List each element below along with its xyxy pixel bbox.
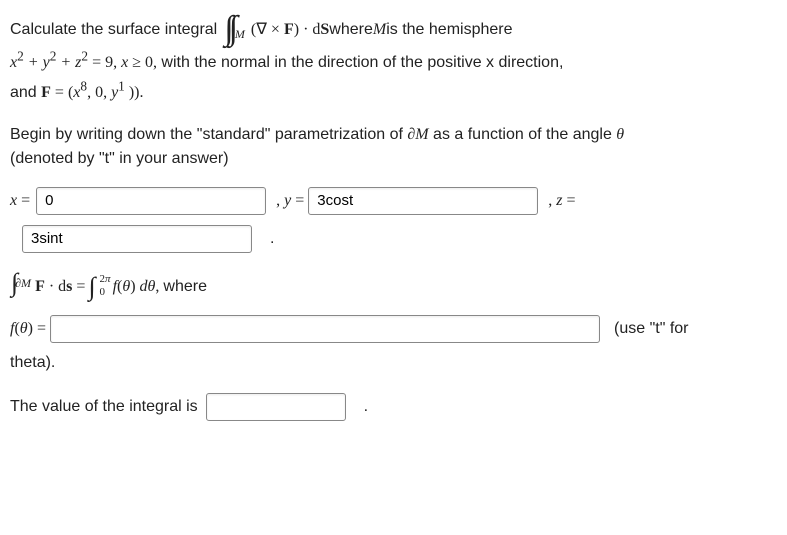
problem-statement-line2: x2 + y2 + z2 = 9, x ≥ 0, with the normal… — [10, 51, 777, 75]
text-tail2: is the hemisphere — [386, 18, 512, 42]
text-and: and — [10, 84, 41, 101]
stokes-lhs: F · ds = — [31, 275, 85, 299]
hint-use-t: (use "t" for — [614, 317, 689, 341]
instruction-parametrization: Begin by writing down the "standard" par… — [10, 123, 777, 171]
stokes-rhs: f(θ) dθ, — [113, 275, 160, 299]
def-integral-symbol: ∫ — [88, 275, 95, 298]
input-x[interactable] — [36, 187, 266, 215]
label-ftheta: f(θ) = — [10, 317, 46, 341]
label-z: , z = — [548, 189, 575, 213]
integrand: (∇ × F) · dS — [251, 18, 329, 42]
integral-subscript-M: M — [235, 25, 245, 43]
problem-statement-line3: and F = (x8, 0, y1 )). — [10, 81, 777, 105]
period-final: . — [364, 395, 368, 419]
input-ftheta[interactable] — [50, 315, 600, 343]
input-y[interactable] — [308, 187, 538, 215]
double-integral-symbol: ∫ ∫ M — [223, 14, 245, 45]
final-row: The value of the integral is . — [10, 391, 777, 423]
normal-direction-text: with the normal in the direction of the … — [157, 54, 563, 71]
parametrization-row-1: x = , y = , z = — [10, 185, 777, 217]
label-final: The value of the integral is — [10, 395, 198, 419]
input-z[interactable] — [22, 225, 252, 253]
var-F: F — [41, 84, 51, 101]
upper-limit: 2π — [99, 271, 110, 288]
stokes-equation: ∫ ∂M F · ds = ∫ 0 2π f(θ) dθ, where — [10, 271, 777, 299]
period-1: . — [270, 227, 274, 251]
label-x: x = — [10, 189, 30, 213]
var-theta: θ — [616, 126, 624, 143]
input-final[interactable] — [206, 393, 346, 421]
hint-theta-line2: theta). — [10, 351, 777, 375]
text-where: where — [163, 275, 207, 299]
problem-statement-line1: Calculate the surface integral ∫ ∫ M (∇ … — [10, 14, 777, 45]
label-y: , y = — [276, 189, 304, 213]
parametrization-row-2: . — [10, 223, 777, 255]
text-tail1: where — [329, 18, 373, 42]
boundary-dM: ∂M — [407, 126, 428, 143]
sphere-equation: x2 + y2 + z2 = 9, x ≥ 0, — [10, 54, 157, 71]
ftheta-row: f(θ) = (use "t" for — [10, 313, 777, 345]
text-lead: Calculate the surface integral — [10, 18, 217, 42]
var-M: M — [373, 18, 386, 42]
line-integral-sub: ∂M — [15, 274, 31, 292]
